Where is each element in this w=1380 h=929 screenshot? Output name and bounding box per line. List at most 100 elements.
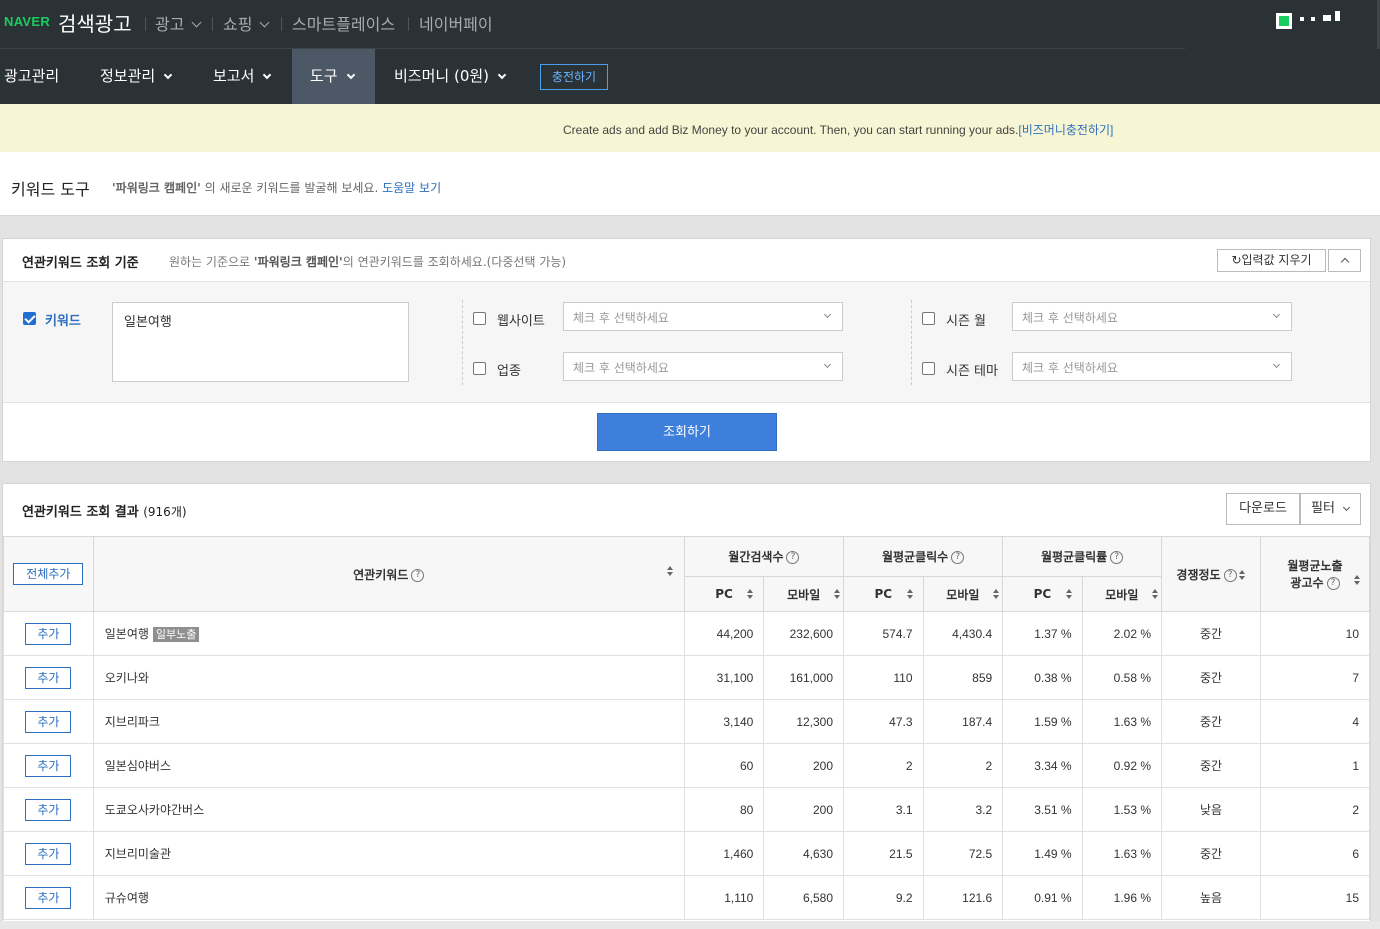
nav-item-tools[interactable]: 도구 [292, 49, 375, 104]
status-icon[interactable] [1276, 13, 1292, 29]
help-icon[interactable]: ? [1110, 551, 1124, 564]
search-pc-header[interactable]: PC [683, 576, 765, 612]
add-keyword-button[interactable]: 추가 [25, 798, 72, 821]
search-mobile-cell: 232,600 [763, 611, 845, 656]
add-keyword-button[interactable]: 추가 [25, 754, 72, 777]
season-month-select[interactable]: 체크 후 선택하세요 [1012, 302, 1292, 331]
industry-select[interactable]: 체크 후 선택하세요 [563, 352, 843, 381]
ctr-pc-cell: 1.59 % [1002, 699, 1083, 744]
search-pc-cell: 1,110 [683, 875, 765, 920]
chevron-down-icon [346, 70, 355, 80]
ctr-mobile-header[interactable]: 모바일 [1081, 576, 1163, 612]
season-month-checkbox[interactable] [922, 312, 935, 325]
sort-icon[interactable] [666, 566, 674, 577]
collapse-button[interactable] [1328, 249, 1361, 272]
top-link-ads[interactable]: 광고 [155, 11, 202, 35]
service-logo[interactable]: 검색광고 [58, 8, 132, 37]
keyword-input[interactable]: 일본여행 [112, 302, 409, 382]
page-subtitle: '파워링크 캠페인' 의 새로운 키워드를 발굴해 보세요. 도움말 보기 [112, 179, 441, 196]
nav-item-bizmoney[interactable]: 비즈머니 (0원) [394, 49, 507, 104]
download-button[interactable]: 다운로드 [1226, 493, 1300, 525]
keyword-link[interactable]: 일본여행 [105, 627, 149, 641]
sort-icon[interactable] [993, 589, 1000, 600]
season-theme-checkbox[interactable] [922, 362, 935, 375]
keyword-link[interactable]: 규슈여행 [105, 891, 149, 905]
add-keyword-button[interactable]: 추가 [25, 842, 72, 865]
reset-input-button[interactable]: ↻입력값 지우기 [1217, 249, 1326, 272]
add-keyword-button[interactable]: 추가 [25, 622, 72, 645]
query-panel-header: 연관키워드 조회 기준 원하는 기준으로 '파워링크 캠페인'의 연관키워드를 … [3, 239, 1370, 282]
keyword-link[interactable]: 도쿄오사카야간버스 [105, 803, 204, 817]
website-checkbox[interactable] [473, 312, 486, 325]
clicks-mobile-header[interactable]: 모바일 [922, 576, 1004, 612]
header-label: 연관키워드 [353, 567, 409, 582]
search-button[interactable]: 조회하기 [597, 413, 777, 451]
nav-item-reports[interactable]: 보고서 [213, 49, 272, 104]
ad-count-cell: 1 [1259, 743, 1370, 788]
help-icon[interactable]: ? [1223, 568, 1237, 582]
filter-button[interactable]: 필터 [1300, 493, 1361, 525]
top-link-smartplace[interactable]: 스마트플레이스 [292, 11, 395, 35]
charge-button[interactable]: 충전하기 [540, 64, 608, 90]
help-icon[interactable]: ? [1326, 577, 1340, 590]
competition-cell: 중간 [1161, 699, 1261, 744]
header-label: 경쟁정도 [1176, 567, 1221, 582]
keyword-link[interactable]: 지브리미술관 [105, 847, 171, 861]
competition-header[interactable]: 경쟁정도? [1161, 536, 1261, 612]
header-label: 모바일 [787, 587, 821, 602]
window-icon[interactable] [1335, 11, 1340, 21]
industry-checkbox[interactable] [473, 362, 486, 375]
sort-icon[interactable] [1152, 589, 1159, 600]
keyword-link[interactable]: 오키나와 [105, 671, 149, 685]
ad-count-header[interactable]: 월평균노출 광고수? [1259, 536, 1370, 612]
website-select[interactable]: 체크 후 선택하세요 [563, 302, 843, 331]
help-icon[interactable]: ? [786, 551, 800, 564]
sort-icon[interactable] [1065, 589, 1073, 600]
add-keyword-button[interactable]: 추가 [25, 886, 72, 909]
window-icon[interactable] [1323, 15, 1331, 21]
help-icon[interactable]: ? [411, 568, 425, 582]
top-link-naverpay[interactable]: 네이버페이 [419, 11, 493, 35]
keyword-link[interactable]: 일본심야버스 [105, 759, 171, 773]
sort-icon[interactable] [1354, 575, 1361, 586]
add-cell: 추가 [3, 875, 94, 920]
help-link[interactable]: 도움말 보기 [382, 181, 441, 195]
add-all-button[interactable]: 전체추가 [13, 563, 84, 585]
clicks-pc-header[interactable]: PC [843, 576, 924, 612]
select-placeholder: 체크 후 선택하세요 [573, 361, 669, 375]
help-icon[interactable]: ? [951, 551, 965, 564]
table-row: 추가 규슈여행 1,110 6,580 9.2 121.6 0.91 % 1.96 % 높음 15 [3, 875, 1370, 920]
sort-icon[interactable] [906, 589, 914, 600]
naver-logo[interactable]: NAVER [4, 14, 50, 29]
add-keyword-button[interactable]: 추가 [25, 666, 72, 689]
bizmoney-charge-link[interactable]: [비즈머니충전하기] [1018, 123, 1113, 137]
nav-item-ad-management[interactable]: 광고관리 [4, 49, 59, 104]
competition-cell: 중간 [1161, 655, 1261, 700]
sort-icon[interactable] [747, 589, 754, 600]
ad-count-cell: 4 [1259, 699, 1370, 744]
sort-icon[interactable] [834, 589, 841, 600]
add-cell: 추가 [3, 699, 94, 744]
chevron-down-icon [823, 360, 832, 369]
ad-count-cell: 7 [1259, 655, 1370, 700]
keyword-header[interactable]: 연관키워드? [92, 536, 685, 612]
keyword-cell: 일본여행 일부노출 [92, 611, 685, 656]
keyword-link[interactable]: 지브리파크 [105, 715, 160, 729]
nav-item-info-management[interactable]: 정보관리 [100, 49, 173, 104]
add-keyword-button[interactable]: 추가 [25, 710, 72, 733]
clicks-mobile-cell: 187.4 [922, 699, 1004, 744]
top-link-shopping[interactable]: 쇼핑 [223, 11, 270, 35]
sort-icon[interactable] [1238, 569, 1246, 581]
competition-cell: 중간 [1161, 611, 1261, 656]
search-mobile-header[interactable]: 모바일 [763, 576, 845, 612]
ctr-pc-header[interactable]: PC [1002, 576, 1083, 612]
horizontal-scrollbar[interactable] [0, 921, 1380, 929]
notice-banner: Create ads and add Biz Money to your acc… [0, 104, 1380, 152]
season-theme-select[interactable]: 체크 후 선택하세요 [1012, 352, 1292, 381]
keyword-checkbox[interactable] [23, 312, 36, 325]
ctr-mobile-cell: 1.63 % [1081, 699, 1163, 744]
divider [281, 17, 282, 31]
search-mobile-cell: 6,580 [763, 875, 845, 920]
search-pc-cell: 60 [683, 743, 765, 788]
clicks-pc-cell: 21.5 [843, 831, 924, 876]
